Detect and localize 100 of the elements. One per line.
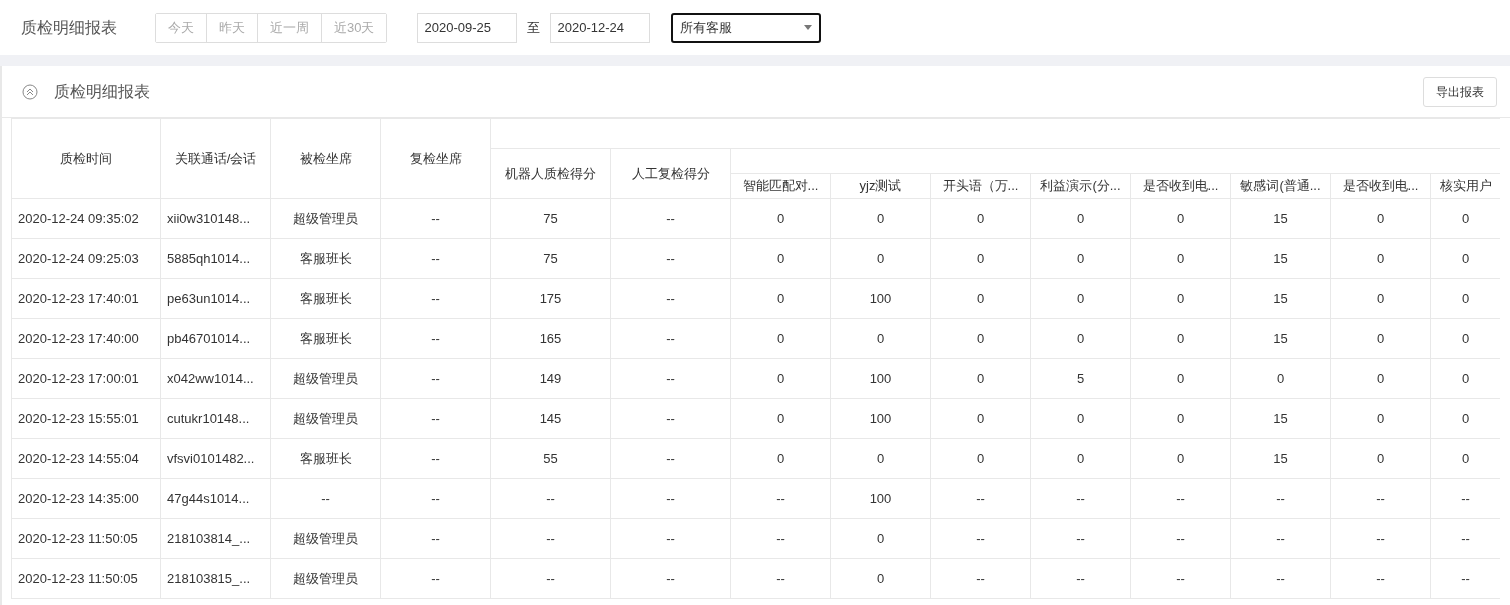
table-cell: 0 [776, 210, 785, 226]
table-cell: 15 [1273, 410, 1288, 426]
table-cell: 0 [776, 370, 785, 386]
table-cell: 0 [1376, 250, 1385, 266]
column-header: 人工复检得分 [610, 148, 731, 199]
table-cell: 149 [539, 370, 562, 386]
table-cell: 0 [1461, 410, 1470, 426]
table-cell: 0 [1176, 370, 1185, 386]
table-cell: 0 [876, 210, 885, 226]
table-cell: -- [1176, 530, 1185, 546]
table-cell: -- [666, 330, 675, 346]
table-cell: 75 [543, 210, 558, 226]
column-header: 质检时间 [11, 118, 161, 199]
date-from-field[interactable]: 2020-09-25 [417, 12, 518, 43]
table-cell: x042ww1014... [167, 370, 254, 386]
table-cell: 218103815_... [167, 570, 251, 586]
column-header: 是否收到电... [1130, 173, 1231, 199]
table-cell: 0 [1176, 410, 1185, 426]
table-cell: -- [431, 250, 440, 266]
table-cell: 0 [1461, 370, 1470, 386]
table-cell: 2020-12-23 14:55:04 [18, 450, 139, 466]
table-cell: 0 [1461, 450, 1470, 466]
table-cell: -- [776, 530, 785, 546]
table-cell: -- [666, 450, 675, 466]
table-cell: 15 [1273, 210, 1288, 226]
table-cell: 0 [776, 410, 785, 426]
column-header: 机器人质检得分 [490, 148, 611, 199]
table-cell: 15 [1273, 450, 1288, 466]
table-cell: -- [666, 370, 675, 386]
table-cell: 0 [1176, 290, 1185, 306]
table-cell: -- [666, 530, 675, 546]
table-cell: 0 [1176, 330, 1185, 346]
table-cell: 0 [1076, 290, 1085, 306]
table-cell: 15 [1273, 250, 1288, 266]
table-cell: 0 [876, 570, 885, 586]
table-cell: 0 [1176, 250, 1185, 266]
export-button[interactable]: 导出报表 [1423, 76, 1497, 107]
table-cell: 0 [1276, 370, 1285, 386]
table-cell: xii0w310148... [167, 210, 251, 226]
table-cell: 0 [976, 290, 985, 306]
table-cell: -- [1376, 490, 1385, 506]
table-cell: 0 [1176, 450, 1185, 466]
table-cell: 5 [1076, 370, 1085, 386]
table-cell: 客服班长 [299, 330, 352, 346]
table-cell: -- [976, 530, 985, 546]
table-cell: 超级管理员 [293, 570, 358, 586]
table-cell: -- [1461, 530, 1470, 546]
table-cell: 0 [976, 450, 985, 466]
table-cell: -- [1076, 530, 1085, 546]
table-cell: 0 [776, 330, 785, 346]
agent-select[interactable]: 所有客服 [671, 12, 822, 43]
date-to-field[interactable]: 2020-12-24 [550, 12, 651, 43]
dropdown-caret-icon [804, 25, 813, 30]
table-cell: -- [546, 490, 555, 506]
table-cell: 0 [1461, 290, 1470, 306]
table-cell: 2020-12-23 17:40:00 [18, 330, 139, 346]
table-cell: 75 [543, 250, 558, 266]
column-header: 被检坐席 [270, 118, 381, 199]
table-cell: -- [431, 530, 440, 546]
table-cell: -- [1461, 570, 1470, 586]
table-cell: -- [666, 250, 675, 266]
table-cell: -- [666, 290, 675, 306]
table-cell: 0 [876, 450, 885, 466]
table-cell: -- [1376, 570, 1385, 586]
table-cell: 0 [1461, 330, 1470, 346]
table-cell: -- [321, 490, 330, 506]
table-cell: -- [666, 410, 675, 426]
table-cell: 客服班长 [299, 450, 352, 466]
table-cell: -- [1376, 530, 1385, 546]
table-cell: pe63un1014... [167, 290, 251, 306]
table-cell: -- [1176, 490, 1185, 506]
table-cell: 15 [1273, 290, 1288, 306]
table-cell: vfsvi0101482... [167, 450, 255, 466]
table-cell: 2020-12-23 14:35:00 [18, 490, 139, 506]
table-cell: cutukr10148... [167, 410, 250, 426]
table-cell: 100 [869, 490, 892, 506]
table-cell: 2020-12-24 09:35:02 [18, 210, 139, 226]
table-cell: 0 [1076, 450, 1085, 466]
table-cell: -- [776, 570, 785, 586]
column-header: 复检坐席 [380, 118, 491, 199]
table-cell: -- [976, 490, 985, 506]
table-cell: -- [431, 410, 440, 426]
table-cell: 0 [976, 210, 985, 226]
collapse-icon[interactable] [22, 83, 38, 100]
table-cell: 0 [976, 370, 985, 386]
table-cell: 0 [1376, 410, 1385, 426]
table-cell: 超级管理员 [293, 370, 358, 386]
table-cell: 0 [876, 330, 885, 346]
table-cell: 0 [876, 250, 885, 266]
table-cell: 0 [876, 530, 885, 546]
table-cell: -- [1076, 570, 1085, 586]
table-cell: 0 [1076, 210, 1085, 226]
table-cell: 218103814_... [167, 530, 251, 546]
table-cell: 0 [1176, 210, 1185, 226]
table-cell: 0 [776, 450, 785, 466]
table-cell: pb46701014... [167, 330, 251, 346]
table-cell: -- [1276, 530, 1285, 546]
table-cell: 2020-12-23 15:55:01 [18, 410, 139, 426]
table-cell: 0 [1461, 250, 1470, 266]
table-cell: 0 [1461, 210, 1470, 226]
